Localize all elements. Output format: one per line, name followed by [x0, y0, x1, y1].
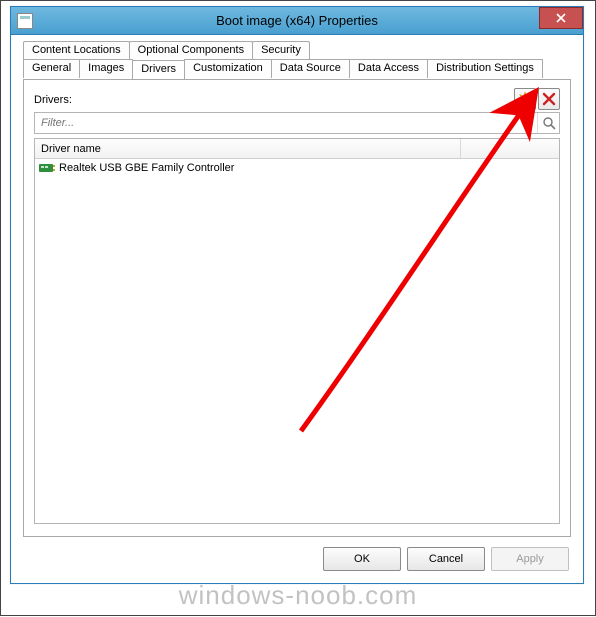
- tab-label: General: [32, 62, 71, 74]
- filter-search-button[interactable]: [537, 113, 559, 133]
- drivers-section-label: Drivers:: [34, 94, 72, 106]
- search-icon: [542, 116, 556, 130]
- close-icon: [556, 13, 566, 23]
- close-button[interactable]: [539, 7, 583, 29]
- driver-row[interactable]: Realtek USB GBE Family Controller: [35, 159, 559, 177]
- tab-label: Data Access: [358, 62, 419, 74]
- ok-button[interactable]: OK: [323, 547, 401, 571]
- tab-label: Content Locations: [32, 44, 121, 56]
- button-label: Cancel: [429, 553, 463, 565]
- starburst-icon: [518, 92, 532, 106]
- tab-label: Drivers: [141, 63, 176, 75]
- column-header-driver-name[interactable]: Driver name: [41, 139, 461, 158]
- tab-general[interactable]: General: [23, 59, 80, 78]
- dialog-button-row: OK Cancel Apply: [323, 547, 569, 571]
- drivers-list[interactable]: Driver name Realtek USB G: [34, 138, 560, 524]
- driver-icon: [39, 161, 55, 175]
- tab-label: Images: [88, 62, 124, 74]
- tab-optional-components[interactable]: Optional Components: [129, 41, 253, 59]
- drivers-list-header[interactable]: Driver name: [35, 139, 559, 159]
- filter-input[interactable]: [35, 117, 537, 129]
- cancel-button[interactable]: Cancel: [407, 547, 485, 571]
- tab-images[interactable]: Images: [79, 59, 133, 78]
- button-label: Apply: [516, 553, 544, 565]
- title-bar[interactable]: Boot image (x64) Properties: [11, 7, 583, 35]
- tab-content-locations[interactable]: Content Locations: [23, 41, 130, 59]
- dialog-client-area: Content Locations Optional Components Se…: [11, 35, 583, 583]
- tab-data-source[interactable]: Data Source: [271, 59, 350, 78]
- tab-label: Customization: [193, 62, 263, 74]
- tab-label: Security: [261, 44, 301, 56]
- button-label: OK: [354, 553, 370, 565]
- properties-dialog: Boot image (x64) Properties Content Loca…: [10, 6, 584, 584]
- tab-drivers[interactable]: Drivers: [132, 60, 185, 79]
- remove-driver-button[interactable]: [538, 88, 560, 110]
- tab-row-1: Content Locations Optional Components Se…: [23, 41, 571, 59]
- filter-box: [34, 112, 560, 134]
- tab-label: Optional Components: [138, 44, 244, 56]
- tab-panel-drivers: Drivers:: [23, 79, 571, 537]
- tab-label: Distribution Settings: [436, 62, 534, 74]
- tab-customization[interactable]: Customization: [184, 59, 272, 78]
- driver-name-cell: Realtek USB GBE Family Controller: [59, 162, 234, 174]
- watermark-text: windows-noob.com: [1, 580, 595, 611]
- apply-button: Apply: [491, 547, 569, 571]
- tab-row-2: General Images Drivers Customization Dat…: [23, 59, 571, 78]
- tab-security[interactable]: Security: [252, 41, 310, 59]
- tab-label: Data Source: [280, 62, 341, 74]
- delete-x-icon: [542, 92, 556, 106]
- add-driver-button[interactable]: [514, 88, 536, 110]
- tab-strip: Content Locations Optional Components Se…: [23, 41, 571, 78]
- tab-data-access[interactable]: Data Access: [349, 59, 428, 78]
- drivers-toolbar: [514, 88, 560, 110]
- window-title: Boot image (x64) Properties: [11, 13, 583, 28]
- screenshot-frame: Boot image (x64) Properties Content Loca…: [0, 0, 596, 616]
- tab-distribution-settings[interactable]: Distribution Settings: [427, 59, 543, 78]
